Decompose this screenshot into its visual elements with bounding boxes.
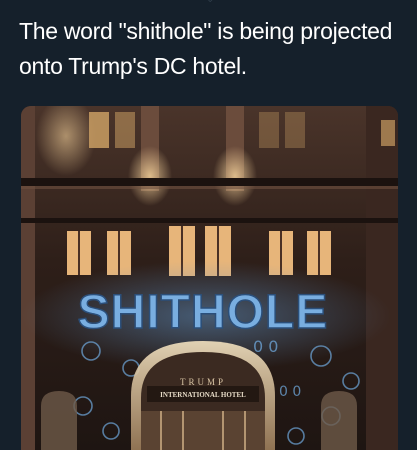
svg-text:0 0: 0 0 (253, 337, 278, 356)
projected-word: SHITHOLE (78, 286, 329, 339)
tweet-text: The word "shithole" is being projected o… (19, 18, 393, 79)
hotel-facade-image: SHITHOLE 0 0 0 0 0 TRUMP INTERNATIONAL H… (21, 106, 398, 450)
scroll-hint-icon: ⌄ (206, 0, 214, 5)
tweet-photo[interactable]: SHITHOLE 0 0 0 0 0 TRUMP INTERNATIONAL H… (21, 106, 398, 450)
sign-bottom-text: INTERNATIONAL HOTEL (160, 391, 246, 399)
sign-top-text: TRUMP (180, 377, 226, 387)
svg-text:0 0: 0 0 (279, 384, 301, 400)
